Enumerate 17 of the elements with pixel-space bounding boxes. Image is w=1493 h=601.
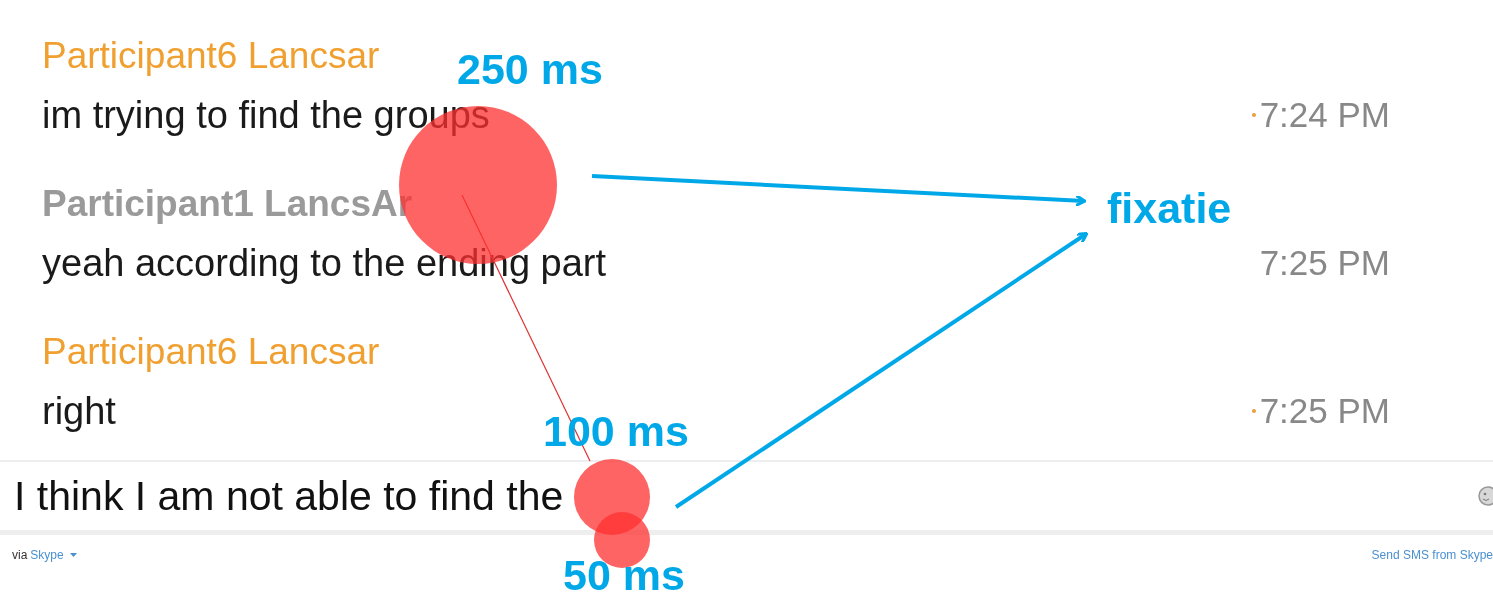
unread-dot xyxy=(1251,113,1256,117)
duration-label: 50 ms xyxy=(563,552,685,600)
caret-icon[interactable] xyxy=(69,553,77,557)
message-input[interactable]: I think I am not able to find the xyxy=(0,472,1477,520)
sender-name: Participant6 Lancsar xyxy=(42,34,380,78)
message-time: 7:24 PM xyxy=(1259,95,1390,135)
sender-name: Participant6 Lancsar xyxy=(42,330,380,374)
message-time: 7:25 PM xyxy=(1259,391,1390,431)
unread-dot xyxy=(1251,409,1256,413)
message-text: right xyxy=(42,389,116,433)
sms-link[interactable]: Send SMS from Skype xyxy=(1371,548,1493,562)
service-link[interactable]: Skype xyxy=(30,548,64,562)
fixation-label: fixatie xyxy=(1107,185,1232,233)
duration-label: 250 ms xyxy=(457,46,603,94)
via-label: via xyxy=(12,548,28,562)
smiley-icon[interactable] xyxy=(1477,485,1493,507)
message-time: 7:25 PM xyxy=(1259,243,1390,283)
